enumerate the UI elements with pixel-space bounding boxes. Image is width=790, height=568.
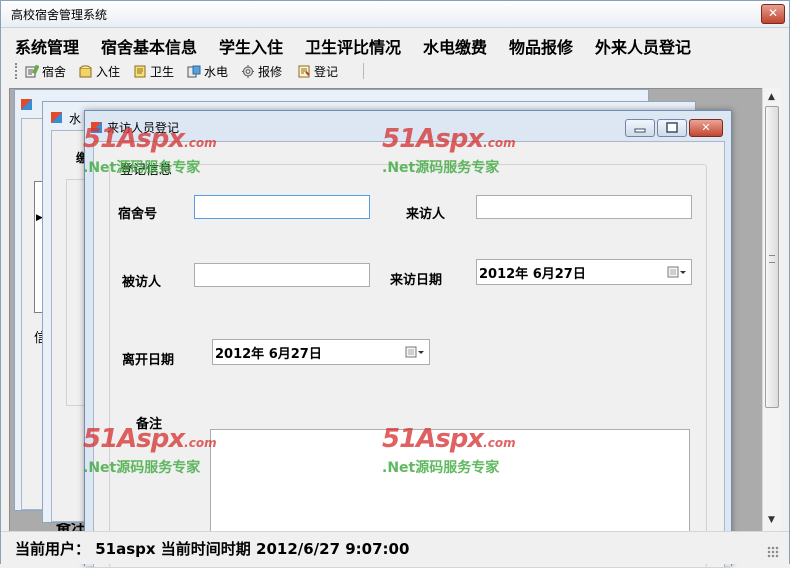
toolbar-label: 水电	[204, 65, 229, 79]
title-bar: 高校宿舍管理系统 ✕	[1, 1, 789, 28]
visitor-label: 来访人	[406, 207, 446, 222]
watermark: 51Aspx.com .Net源码服务专家	[83, 124, 233, 184]
watermark-tagline: .Net源码服务专家	[83, 160, 201, 176]
watermark-brand-text: 51Aspx	[83, 424, 185, 454]
window-icon	[21, 99, 32, 110]
registration-groupbox: 宿舍号 来访人 被访人 来访日期 2012年 6月27日 离开日期 2012年 …	[109, 164, 707, 568]
repair-icon	[241, 65, 255, 78]
toolbar-label: 宿舍	[42, 65, 67, 79]
menu-repair[interactable]: 物品报修	[509, 34, 573, 58]
dorm-no-label: 宿舍号	[118, 207, 158, 222]
close-button[interactable]: ✕	[761, 4, 785, 24]
visitee-label: 被访人	[122, 275, 162, 290]
watermark: 51Aspx.com .Net源码服务专家	[382, 424, 532, 484]
toolbar-register-button[interactable]: 登记	[297, 63, 338, 79]
dorm-no-input[interactable]	[194, 195, 370, 219]
leave-date-label: 离开日期	[122, 353, 175, 368]
leave-date-value: 2012年 6月27日	[215, 347, 322, 362]
visitee-input[interactable]	[194, 263, 370, 287]
toolbar-repair-button[interactable]: 报修	[241, 63, 282, 79]
visit-date-picker[interactable]: 2012年 6月27日	[476, 259, 692, 285]
watermark-brand: 51Aspx.com	[83, 124, 217, 154]
watermark-domain: .com	[184, 136, 217, 150]
visit-date-value: 2012年 6月27日	[479, 267, 586, 282]
toolbar-hygiene-button[interactable]: 卫生	[133, 63, 174, 79]
minimize-button[interactable]	[625, 119, 655, 137]
register-icon	[297, 65, 311, 78]
visitor-input[interactable]	[476, 195, 692, 219]
toolbar-label: 报修	[258, 65, 283, 79]
hygiene-icon	[133, 65, 147, 78]
vertical-scrollbar[interactable]: ▲ ▼	[762, 88, 781, 531]
watermark-tagline: .Net源码服务专家	[382, 460, 500, 476]
leave-date-picker[interactable]: 2012年 6月27日	[212, 339, 430, 365]
toolbar-dorm-button[interactable]: 宿舍	[25, 63, 66, 79]
watermark-brand: 51Aspx.com	[83, 424, 217, 454]
status-text: 当前用户： 51aspx 当前时间时期 2012/6/27 9:07:00	[15, 540, 410, 558]
watermark-domain: .com	[184, 436, 217, 450]
watermark-tagline: .Net源码服务专家	[83, 460, 201, 476]
menu-hygiene[interactable]: 卫生评比情况	[305, 34, 401, 58]
visit-date-label: 来访日期	[390, 273, 443, 288]
toolbar-label: 登记	[314, 65, 339, 79]
window-icon	[51, 112, 62, 123]
scroll-thumb[interactable]	[765, 106, 779, 408]
watermark-tagline: .Net源码服务专家	[382, 160, 500, 176]
scroll-down-icon[interactable]: ▼	[768, 515, 775, 525]
dorm-icon	[25, 64, 40, 78]
background-window-title: 水	[69, 112, 82, 126]
watermark-domain: .com	[483, 136, 516, 150]
toolbar-separator	[363, 63, 364, 79]
toolbar-grip[interactable]	[15, 63, 19, 79]
watermark-brand-text: 51Aspx	[83, 124, 185, 154]
watermark-brand: 51Aspx.com	[382, 424, 516, 454]
window-close-button[interactable]: ✕	[689, 119, 723, 137]
main-window: 高校宿舍管理系统 ✕ 系统管理 宿舍基本信息 学生入住 卫生评比情况 水电缴费 …	[0, 0, 790, 568]
watermark-brand: 51Aspx.com	[382, 124, 516, 154]
watermark: 51Aspx.com .Net源码服务专家	[382, 124, 532, 184]
menu-dorm-info[interactable]: 宿舍基本信息	[101, 34, 197, 58]
visitor-form-client: 宿舍号 来访人 被访人 来访日期 2012年 6月27日 离开日期 2012年 …	[93, 141, 725, 568]
watermark-brand-text: 51Aspx	[382, 124, 484, 154]
watermark-brand-text: 51Aspx	[382, 424, 484, 454]
checkin-icon	[79, 65, 93, 78]
app-title: 高校宿舍管理系统	[11, 8, 108, 22]
utility-icon	[187, 65, 201, 78]
status-bar: 当前用户： 51aspx 当前时间时期 2012/6/27 9:07:00	[1, 531, 789, 564]
toolbar-label: 入住	[96, 65, 121, 79]
maximize-button[interactable]	[657, 119, 687, 137]
menu-visitor[interactable]: 外来人员登记	[595, 34, 691, 58]
menu-utility[interactable]: 水电缴费	[423, 34, 487, 58]
menu-system[interactable]: 系统管理	[15, 34, 79, 58]
toolbar-utility-button[interactable]: 水电	[187, 63, 228, 79]
calendar-dropdown-icon[interactable]	[667, 266, 687, 278]
calendar-dropdown-icon[interactable]	[405, 346, 425, 358]
scroll-grip-icon	[769, 255, 775, 263]
toolbar-label: 卫生	[150, 65, 175, 79]
toolbar-checkin-button[interactable]: 入住	[79, 63, 120, 79]
scroll-up-icon[interactable]: ▲	[768, 92, 775, 102]
menu-checkin[interactable]: 学生入住	[219, 34, 283, 58]
watermark: 51Aspx.com .Net源码服务专家	[83, 424, 233, 484]
toolbar: 宿舍 入住 卫生 水电 报修 登记	[11, 59, 751, 83]
watermark-domain: .com	[483, 436, 516, 450]
resize-grip-icon[interactable]	[767, 546, 779, 558]
